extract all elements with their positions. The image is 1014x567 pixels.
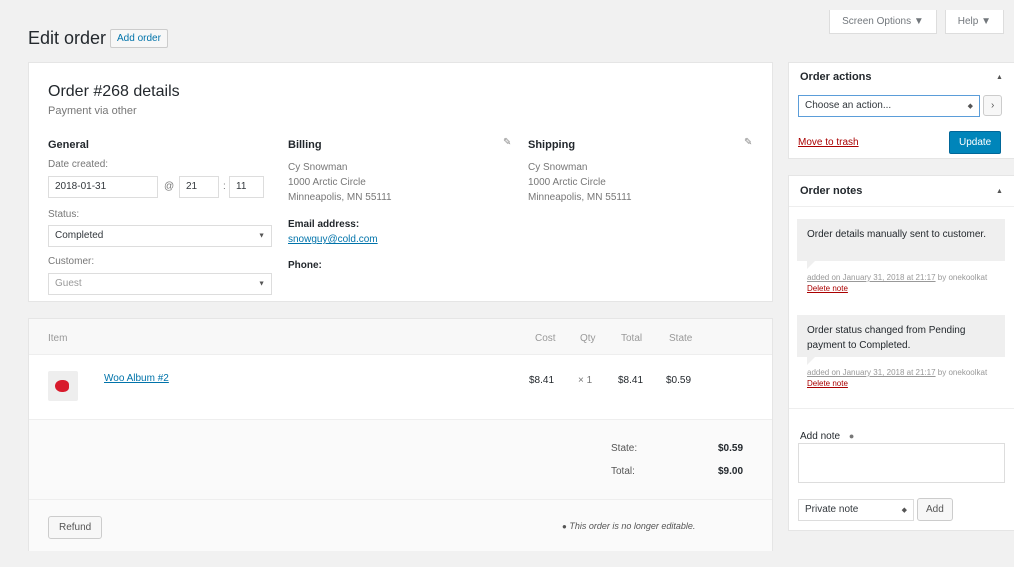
item-cost: $8.41	[529, 375, 555, 386]
update-button[interactable]: Update	[949, 131, 1002, 154]
item-total: $8.41	[618, 375, 644, 386]
info-icon: ●	[562, 522, 567, 531]
note-author: onekoolkat	[948, 273, 988, 282]
add-note-textarea[interactable]	[798, 443, 1005, 483]
screen-meta-tabs: Screen Options ▼ Help ▼	[829, 10, 1004, 34]
chevron-down-icon: ▼	[258, 232, 265, 240]
screen-options-tab[interactable]: Screen Options ▼	[829, 10, 937, 34]
order-details-panel: Order #268 details Payment via other Gen…	[28, 62, 773, 302]
order-action-value: Choose an action...	[805, 100, 892, 111]
order-total-value: $9.00	[718, 466, 744, 477]
product-link[interactable]: Woo Album #2	[104, 373, 169, 384]
item-column-header: Item	[48, 333, 68, 344]
table-row: Woo Album #2 $8.41 × 1 $8.41 $0.59	[29, 355, 772, 419]
note-type-select[interactable]: Private note ◆	[798, 499, 914, 521]
state-total-value: $0.59	[718, 443, 744, 454]
hour-input[interactable]: 21	[179, 176, 219, 198]
billing-address: Cy Snowman 1000 Arctic Circle Minneapoli…	[288, 160, 392, 205]
status-value: Completed	[55, 230, 104, 241]
note-date: added on January 31, 2018 at 21:17	[807, 368, 936, 377]
edit-billing-pencil-icon[interactable]: ✎	[503, 137, 511, 148]
refund-button[interactable]: Refund	[48, 516, 103, 539]
billing-line: Cy Snowman	[288, 162, 348, 173]
status-label: Status:	[48, 209, 80, 220]
help-tab[interactable]: Help ▼	[944, 10, 1004, 34]
order-actions-box: Order actions ▲ Choose an action... ◆ › …	[788, 62, 1014, 159]
billing-heading: Billing	[288, 139, 322, 151]
status-select[interactable]: Completed ▼	[48, 225, 272, 247]
order-totals: State: $0.59 Total: $9.00	[29, 419, 772, 499]
item-qty: × 1	[578, 375, 593, 386]
add-note-label: Add note ●	[800, 431, 854, 442]
product-thumbnail	[48, 371, 78, 401]
email-label: Email address:	[288, 219, 360, 230]
collapse-arrow-icon[interactable]: ▲	[996, 188, 1003, 195]
select-arrows-icon: ◆	[967, 103, 973, 110]
help-icon[interactable]: ●	[849, 431, 854, 441]
order-title: Order #268 details	[48, 83, 180, 100]
time-colon: :	[223, 181, 226, 192]
customer-label: Customer:	[48, 256, 95, 267]
shipping-line: Minneapolis, MN 55111	[528, 192, 632, 203]
note-date: added on January 31, 2018 at 21:17	[807, 273, 936, 282]
items-table-header: Item Cost Qty Total State	[29, 319, 772, 355]
divider	[789, 206, 1014, 207]
billing-email-link[interactable]: snowguy@cold.com	[288, 234, 378, 245]
add-order-button[interactable]: Add order	[110, 29, 168, 48]
note-meta: added on January 31, 2018 at 21:17 by on…	[807, 272, 997, 294]
item-state: $0.59	[666, 375, 692, 386]
delete-note-link[interactable]: Delete note	[807, 379, 848, 388]
note-tail	[807, 261, 815, 269]
note-content: Order status changed from Pending paymen…	[797, 315, 1005, 357]
add-note-button[interactable]: Add	[917, 498, 953, 521]
at-symbol: @	[164, 181, 175, 192]
edit-shipping-pencil-icon[interactable]: ✎	[744, 137, 752, 148]
note-author: onekoolkat	[948, 368, 988, 377]
divider	[789, 408, 1014, 409]
note-by: by	[937, 368, 947, 377]
note-by: by	[937, 273, 947, 282]
date-created-input[interactable]: 2018-01-31	[48, 176, 158, 198]
order-total-label: Total:	[611, 466, 635, 477]
note-content: Order details manually sent to customer.	[797, 219, 1005, 261]
state-column-header: State	[669, 333, 693, 344]
customer-value: Guest	[55, 278, 82, 289]
note-tail	[807, 357, 815, 365]
phone-label: Phone:	[288, 260, 322, 271]
shipping-heading: Shipping	[528, 139, 576, 151]
shipping-line: 1000 Arctic Circle	[528, 177, 606, 188]
billing-line: Minneapolis, MN 55111	[288, 192, 392, 203]
order-notes-title: Order notes	[800, 185, 863, 197]
page-title: Edit order	[28, 28, 107, 48]
minute-input[interactable]: 11	[229, 176, 264, 198]
general-heading: General	[48, 139, 89, 151]
delete-note-link[interactable]: Delete note	[807, 284, 848, 293]
move-to-trash-link[interactable]: Move to trash	[798, 137, 859, 148]
shipping-address: Cy Snowman 1000 Arctic Circle Minneapoli…	[528, 160, 632, 205]
order-notes-box: Order notes ▲ Order details manually sen…	[788, 175, 1014, 531]
collapse-arrow-icon[interactable]: ▲	[996, 74, 1003, 81]
customer-select[interactable]: Guest ▼	[48, 273, 272, 295]
total-column-header: Total	[621, 333, 643, 344]
order-action-select[interactable]: Choose an action... ◆	[798, 95, 980, 117]
apply-action-button[interactable]: ›	[983, 95, 1003, 116]
order-actions-title: Order actions	[800, 71, 872, 83]
add-note-text: Add note	[800, 431, 841, 442]
date-created-label: Date created:	[48, 159, 109, 170]
shipping-line: Cy Snowman	[528, 162, 588, 173]
not-editable-text: This order is no longer editable.	[569, 521, 696, 531]
note-type-value: Private note	[805, 504, 859, 515]
chevron-down-icon: ▼	[258, 280, 265, 288]
select-arrows-icon: ◆	[901, 507, 907, 514]
qty-column-header: Qty	[580, 333, 596, 344]
note-meta: added on January 31, 2018 at 21:17 by on…	[807, 367, 997, 389]
order-items-panel: Item Cost Qty Total State Woo Album #2 $…	[28, 318, 773, 551]
items-actions: Refund ● This order is no longer editabl…	[29, 499, 772, 551]
cost-column-header: Cost	[535, 333, 556, 344]
not-editable-notice: ● This order is no longer editable.	[562, 521, 695, 531]
state-total-label: State:	[611, 443, 638, 454]
billing-line: 1000 Arctic Circle	[288, 177, 366, 188]
payment-method: Payment via other	[48, 105, 137, 117]
